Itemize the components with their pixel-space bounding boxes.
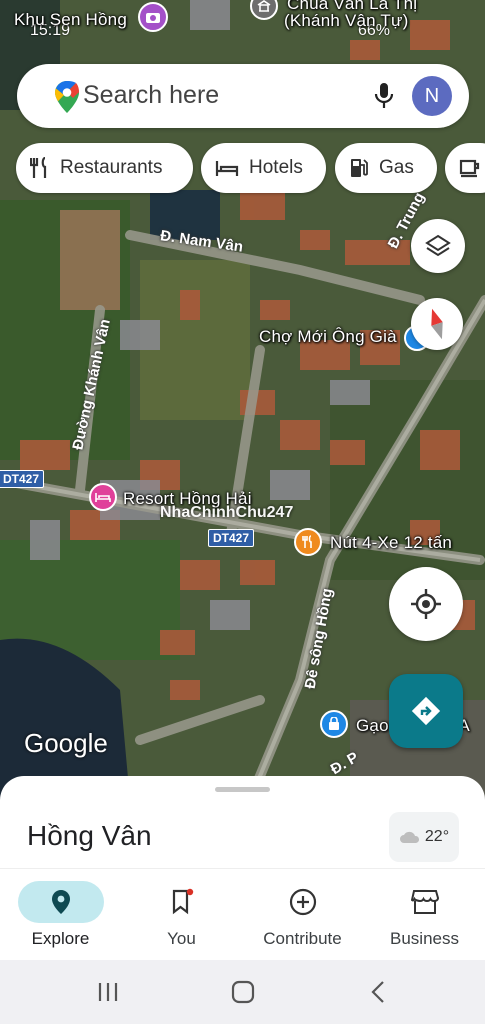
nav-label: Business bbox=[390, 929, 459, 948]
hotel-pin-icon[interactable] bbox=[89, 483, 117, 511]
microphone-icon[interactable] bbox=[374, 82, 394, 110]
chip-label: Hotels bbox=[249, 157, 303, 178]
plus-circle-icon bbox=[289, 888, 316, 916]
camera-pin-icon[interactable] bbox=[138, 2, 168, 32]
account-avatar[interactable]: N bbox=[412, 76, 452, 116]
google-attribution: Google bbox=[24, 728, 108, 758]
fork-knife-icon bbox=[30, 157, 47, 178]
storefront-icon bbox=[410, 890, 439, 914]
nav-explore[interactable]: Explore bbox=[0, 869, 121, 961]
crosshair-icon bbox=[411, 589, 441, 619]
chip-restaurants[interactable]: Restaurants bbox=[16, 143, 193, 193]
map-label-gao[interactable]: Gạo bbox=[356, 716, 389, 736]
cloud-icon bbox=[399, 831, 419, 843]
avatar-letter: N bbox=[424, 84, 440, 107]
gas-pump-icon bbox=[351, 159, 368, 177]
map-label-khu-sen-hong[interactable]: Khu Sen Hồng bbox=[14, 10, 127, 30]
layers-icon bbox=[425, 234, 451, 257]
nav-you[interactable]: You bbox=[121, 869, 242, 961]
route-badge-dt427: DT427 bbox=[208, 529, 255, 547]
place-title: Hồng Vân bbox=[27, 820, 152, 851]
back-icon[interactable] bbox=[370, 980, 386, 1004]
nav-label: You bbox=[167, 929, 196, 948]
chip-label: Restaurants bbox=[60, 157, 163, 178]
search-bar[interactable]: Search here N bbox=[17, 64, 469, 128]
nav-label: Explore bbox=[31, 929, 90, 948]
coffee-icon bbox=[459, 159, 480, 178]
business-icon-container bbox=[382, 881, 468, 923]
route-badge-dt427: DT427 bbox=[0, 470, 45, 488]
shopping-pin-icon[interactable] bbox=[320, 710, 348, 738]
bookmark-icon bbox=[172, 888, 193, 915]
weather-badge[interactable]: 22° bbox=[389, 812, 459, 862]
contribute-icon-container bbox=[260, 881, 346, 923]
bottom-sheet[interactable]: Hồng Vân 22° bbox=[0, 776, 485, 876]
layers-button[interactable] bbox=[411, 219, 465, 273]
map-view[interactable]: 15:19 66% Khu Sen Hồng Chùa Vân La Thị (… bbox=[0, 0, 485, 800]
you-icon-container bbox=[139, 881, 225, 923]
nav-business[interactable]: Business bbox=[364, 869, 485, 961]
directions-icon bbox=[411, 696, 441, 726]
bottom-navigation: Explore You Contribute Business bbox=[0, 868, 485, 960]
home-icon[interactable] bbox=[231, 980, 255, 1004]
chip-label: Gas bbox=[379, 157, 414, 178]
maps-logo-icon bbox=[55, 81, 79, 113]
restaurant-pin-icon[interactable] bbox=[294, 528, 322, 556]
chip-gas[interactable]: Gas bbox=[335, 143, 437, 193]
compass-icon bbox=[431, 308, 443, 340]
compass-button[interactable] bbox=[411, 298, 463, 350]
search-input[interactable]: Search here bbox=[83, 81, 219, 110]
nav-contribute[interactable]: Contribute bbox=[242, 869, 363, 961]
temperature-value: 22° bbox=[424, 828, 450, 845]
recent-apps-icon[interactable] bbox=[97, 980, 119, 1004]
watermark-text: NhaChinhChu247 bbox=[160, 504, 294, 521]
map-label-cho-moi-ong-gia[interactable]: Chợ Mới Ông Già bbox=[259, 327, 397, 347]
my-location-button[interactable] bbox=[389, 567, 463, 641]
explore-icon-container bbox=[17, 881, 104, 923]
bed-icon bbox=[215, 161, 239, 176]
chip-hotels[interactable]: Hotels bbox=[201, 143, 326, 193]
directions-button[interactable] bbox=[389, 674, 463, 748]
nav-label: Contribute bbox=[263, 929, 342, 948]
map-label-khanh-van-tu: (Khánh Vân Tự) bbox=[284, 11, 409, 30]
location-pin-icon bbox=[51, 890, 70, 914]
system-navigation-bar bbox=[0, 960, 485, 1024]
sheet-drag-handle[interactable] bbox=[215, 787, 270, 792]
map-label-nut-4[interactable]: Nút 4-Xe 12 tấn bbox=[330, 533, 452, 553]
